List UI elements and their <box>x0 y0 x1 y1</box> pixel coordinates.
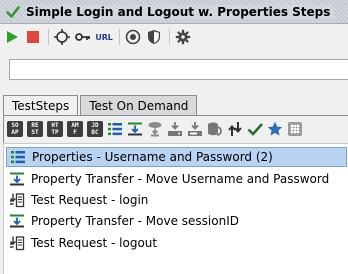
step-item[interactable]: Test Request - logout <box>6 233 347 253</box>
step-label: Test Request - logout <box>31 236 158 250</box>
check-icon <box>6 5 20 18</box>
options-crosshair-icon[interactable] <box>54 29 70 45</box>
run-testcase-icon[interactable] <box>167 121 183 137</box>
properties-step-icon[interactable] <box>107 121 123 137</box>
url-label: URL <box>95 32 113 42</box>
test-request-icon <box>10 236 25 251</box>
http-request-icon[interactable]: HT TP <box>47 121 63 137</box>
property-transfer-icon <box>10 214 24 228</box>
url-button[interactable]: URL <box>95 29 113 45</box>
gear-icon[interactable] <box>175 29 191 45</box>
step-label: Properties - Username and Password (2) <box>32 150 273 164</box>
steps-toolbar: SO AP RE ST HT TP AM F JD BC <box>7 120 307 138</box>
record-icon[interactable] <box>125 29 141 45</box>
step-item[interactable]: Test Request - login <box>6 190 347 210</box>
test-request-icon <box>10 193 25 208</box>
tab-teststeps[interactable]: TestSteps <box>3 95 79 116</box>
step-item[interactable]: Property Transfer - Move sessionID <box>6 211 347 231</box>
tab-bar: TestSteps Test On Demand <box>3 95 199 116</box>
toolbar-separator <box>119 29 120 45</box>
step-label: Test Request - login <box>31 193 149 207</box>
tab-test-on-demand[interactable]: Test On Demand <box>80 95 198 115</box>
property-transfer-icon <box>10 172 24 186</box>
step-item[interactable]: Properties - Username and Password (2) <box>6 147 347 167</box>
assertion-step-icon[interactable] <box>247 121 263 137</box>
main-toolbar: URL <box>0 26 348 48</box>
property-transfer-step-icon[interactable] <box>127 121 143 137</box>
conditional-goto-icon[interactable] <box>147 121 163 137</box>
amf-request-icon[interactable]: AM F <box>67 121 83 137</box>
move-step-icon[interactable] <box>227 121 243 137</box>
shield-icon[interactable] <box>146 29 162 45</box>
jdbc-request-icon[interactable]: JD BC <box>87 121 103 137</box>
rest-request-icon[interactable]: RE ST <box>27 121 43 137</box>
step-label: Property Transfer - Move Username and Pa… <box>31 172 330 186</box>
stop-icon[interactable] <box>25 29 41 45</box>
manual-step-icon[interactable] <box>287 121 303 137</box>
mock-response-icon[interactable] <box>267 121 283 137</box>
groovy-script-icon[interactable] <box>207 121 223 137</box>
title-bar: Simple Login and Logout w. Properties St… <box>0 0 348 24</box>
properties-step-icon <box>11 151 25 164</box>
run-icon[interactable] <box>4 29 20 45</box>
endpoint-field[interactable] <box>9 59 348 80</box>
steps-list: Properties - Username and Password (2) P… <box>3 143 348 274</box>
toolbar-separator <box>169 29 170 45</box>
window-title: Simple Login and Logout w. Properties St… <box>26 4 335 19</box>
delay-icon[interactable] <box>187 121 203 137</box>
key-icon[interactable] <box>75 29 91 45</box>
step-item[interactable]: Property Transfer - Move Username and Pa… <box>6 169 347 189</box>
toolbar-separator <box>48 29 49 45</box>
soap-request-icon[interactable]: SO AP <box>7 121 23 137</box>
step-label: Property Transfer - Move sessionID <box>31 214 239 228</box>
